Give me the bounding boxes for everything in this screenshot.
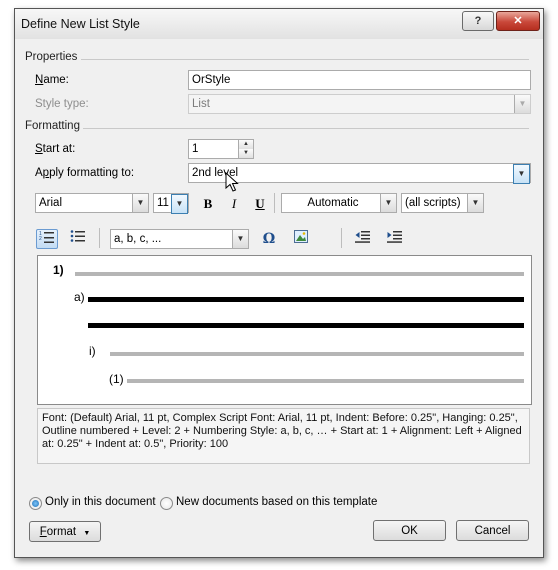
formatting-divider	[83, 128, 529, 129]
chevron-down-icon[interactable]: ▼	[232, 230, 248, 248]
apply-formatting-select[interactable]: 2nd level ▼	[188, 163, 531, 184]
chevron-down-icon[interactable]: ▼	[171, 194, 188, 214]
preview-level-2-line	[88, 323, 524, 328]
close-button[interactable]: ✕	[496, 11, 540, 31]
chevron-down-icon: ▼	[514, 95, 530, 113]
new-documents-label[interactable]: New documents based on this template	[176, 496, 377, 508]
style-description: Font: (Default) Arial, 11 pt, Complex Sc…	[37, 408, 530, 464]
chevron-down-icon[interactable]: ▼	[513, 164, 530, 184]
style-type-select: List ▼	[188, 94, 531, 114]
start-at-value: 1	[192, 143, 199, 155]
chevron-down-icon[interactable]: ▼	[467, 194, 483, 212]
increase-indent-icon[interactable]	[385, 230, 405, 248]
script-select[interactable]: (all scripts) ▼	[401, 193, 484, 213]
font-color-value: Automatic	[307, 197, 359, 209]
start-at-stepper[interactable]: 1 ▲ ▼	[188, 139, 254, 159]
style-type-label: Style type:	[35, 98, 89, 110]
list-preview: 1) a) i) (1)	[37, 255, 532, 405]
svg-text:2: 2	[39, 236, 42, 242]
start-at-label: Start at:	[35, 143, 76, 155]
bold-button[interactable]: B	[200, 196, 216, 212]
chevron-down-icon[interactable]: ▼	[132, 194, 148, 212]
ok-button[interactable]: OK	[373, 520, 446, 541]
font-name-value: Arial	[39, 197, 63, 209]
properties-section-label: Properties	[25, 51, 78, 63]
toolbar-separator	[341, 228, 342, 248]
numbered-list-icon[interactable]: 12	[36, 229, 58, 249]
numbering-style-value: a, b, c, ...	[114, 233, 162, 245]
preview-level-3-number: i)	[89, 344, 96, 358]
font-size-select[interactable]: 11 ▼	[153, 193, 189, 214]
numbering-style-select[interactable]: a, b, c, ... ▼	[110, 229, 249, 249]
format-menu-button[interactable]: Format ▼	[29, 521, 101, 542]
cancel-button[interactable]: Cancel	[456, 520, 529, 541]
define-list-style-dialog: Define New List Style ? ✕ Properties Nam…	[14, 8, 544, 558]
preview-level-2-number: a)	[74, 290, 85, 304]
preview-level-1-line	[75, 272, 524, 276]
help-button[interactable]: ?	[462, 11, 494, 31]
spin-buttons[interactable]: ▲ ▼	[238, 140, 253, 158]
toolbar-separator	[99, 228, 100, 248]
chevron-down-icon[interactable]: ▼	[380, 194, 396, 212]
font-color-select[interactable]: Automatic ▼	[281, 193, 397, 213]
preview-level-1-number: 1)	[53, 263, 64, 277]
insert-symbol-button[interactable]: Ω	[259, 230, 279, 248]
properties-divider	[81, 59, 529, 60]
picture-bullet-icon[interactable]	[291, 230, 311, 248]
name-label: Name:	[35, 74, 69, 86]
preview-level-3-line	[110, 352, 524, 356]
font-name-select[interactable]: Arial ▼	[35, 193, 149, 213]
preview-level-2-line	[88, 297, 524, 302]
decrease-indent-icon[interactable]	[353, 230, 373, 248]
formatting-section-label: Formatting	[25, 120, 80, 132]
only-in-document-radio[interactable]	[29, 497, 42, 510]
preview-level-4-line	[127, 379, 524, 383]
preview-level-4-number: (1)	[109, 372, 124, 386]
apply-formatting-label: Apply formatting to:	[35, 167, 135, 179]
italic-button[interactable]: I	[226, 196, 242, 212]
name-input[interactable]: OrStyle	[188, 70, 531, 90]
style-type-value: List	[192, 98, 210, 110]
toolbar-separator	[274, 193, 275, 213]
bulleted-list-icon[interactable]	[68, 229, 88, 247]
only-in-document-label[interactable]: Only in this document	[45, 496, 156, 508]
spin-down-icon[interactable]: ▼	[239, 149, 253, 158]
font-size-value: 11	[157, 197, 169, 209]
title-bar: Define New List Style ? ✕	[15, 9, 543, 39]
new-documents-radio[interactable]	[160, 497, 173, 510]
mouse-cursor-icon	[225, 172, 239, 192]
script-value: (all scripts)	[405, 197, 461, 209]
window-title: Define New List Style	[21, 17, 140, 31]
spin-up-icon[interactable]: ▲	[239, 140, 253, 149]
chevron-down-icon: ▼	[83, 530, 91, 537]
underline-button[interactable]: U	[252, 196, 268, 212]
